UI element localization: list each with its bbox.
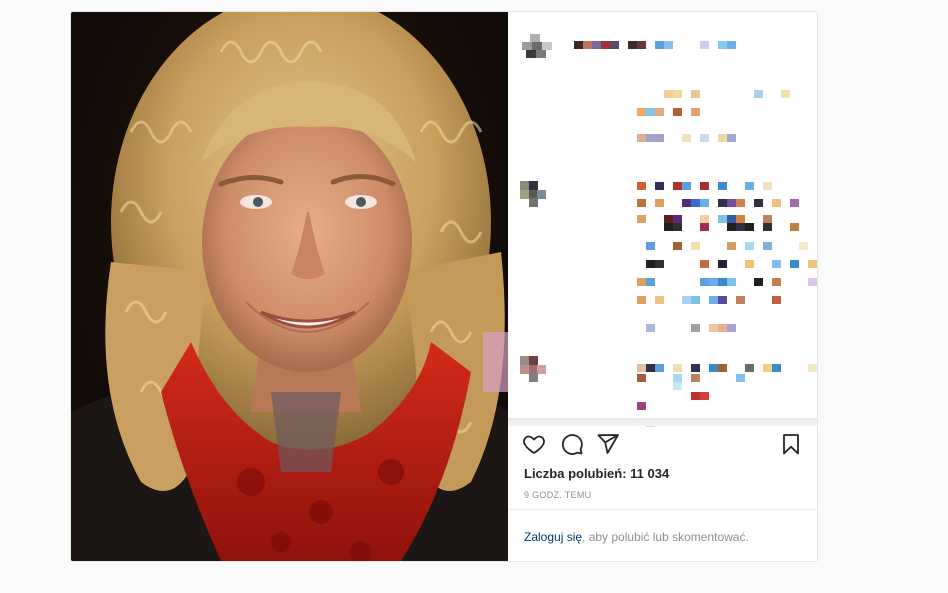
share-button[interactable] xyxy=(594,430,622,458)
comments-area-pixelated xyxy=(508,74,817,427)
action-bar xyxy=(508,430,817,466)
post-header xyxy=(508,12,817,72)
divider xyxy=(508,509,817,510)
likes-count[interactable]: Liczba polubień: 11 034 xyxy=(524,466,669,481)
like-button[interactable] xyxy=(520,430,548,458)
login-prompt: Zaloguj się, aby polubić lub skomentować… xyxy=(524,530,749,544)
login-link[interactable]: Zaloguj się xyxy=(524,530,582,544)
paper-plane-icon xyxy=(597,434,619,454)
post-side-panel: Liczba polubień: 11 034 9 GODZ. TEMU Zal… xyxy=(508,12,817,561)
post-timestamp[interactable]: 9 GODZ. TEMU xyxy=(524,490,591,500)
portrait-image xyxy=(71,12,508,561)
instagram-post: Liczba polubień: 11 034 9 GODZ. TEMU Zal… xyxy=(70,11,818,562)
heart-icon xyxy=(523,435,545,454)
commenter-avatar[interactable] xyxy=(520,181,546,207)
comments-scroll-edge xyxy=(508,418,817,426)
commenter-avatar[interactable] xyxy=(520,356,546,382)
comment-button[interactable] xyxy=(558,430,586,458)
save-button[interactable] xyxy=(777,430,805,458)
post-photo[interactable] xyxy=(71,12,508,561)
author-avatar[interactable] xyxy=(520,32,554,62)
bookmark-icon xyxy=(783,434,799,455)
login-prompt-text: , aby polubić lub skomentować. xyxy=(582,530,749,544)
comment-icon xyxy=(561,434,583,455)
